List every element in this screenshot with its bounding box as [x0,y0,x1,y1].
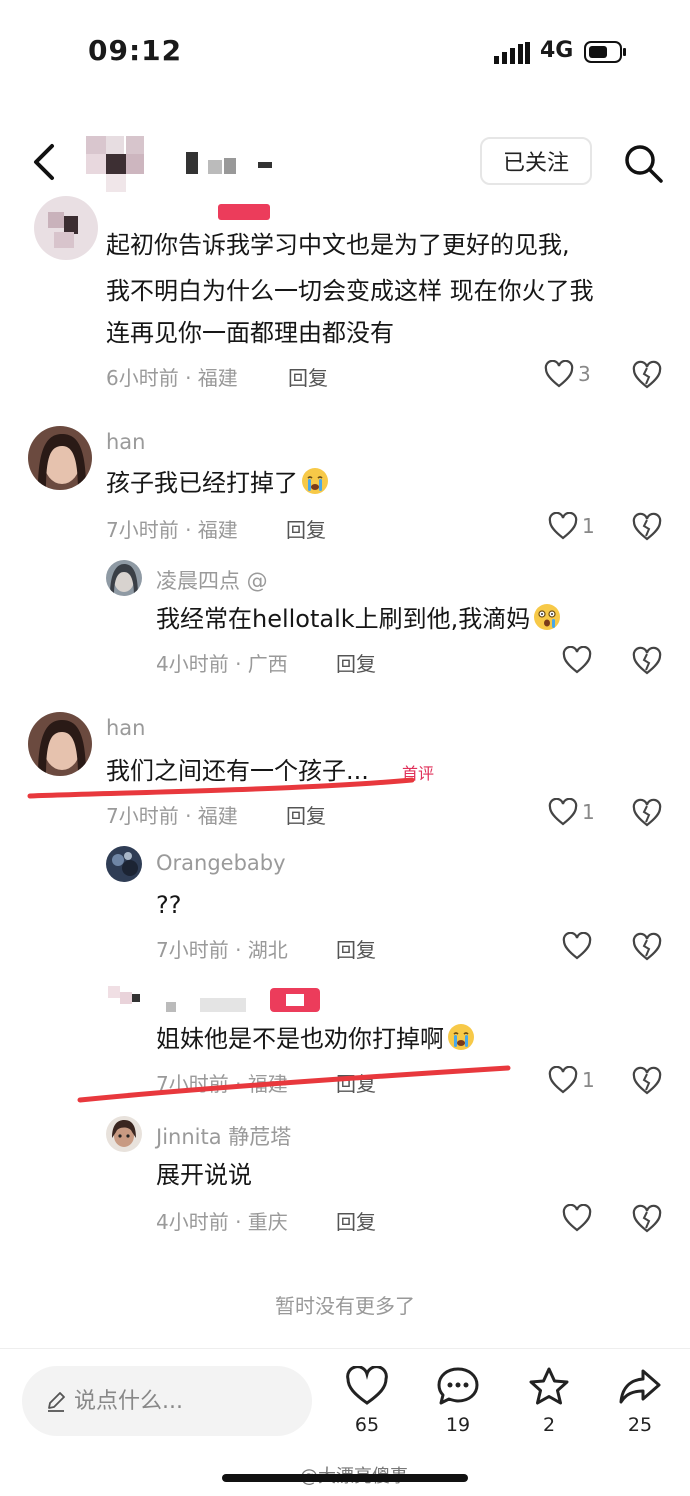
like-button[interactable]: 1 [548,512,595,540]
reply-button[interactable]: 回复 [286,800,326,829]
follow-button[interactable]: 已关注 [480,137,592,185]
battery-icon [584,41,626,63]
back-icon[interactable] [28,142,62,182]
avatar[interactable] [28,426,92,490]
reply-text: 我经常在hellotalk上刷到他,我滴妈 [156,598,562,640]
comment-input-box[interactable] [22,1366,312,1436]
reply-button[interactable]: 回复 [286,514,326,543]
avatar[interactable] [34,196,98,260]
first-comment-badge: 首评 [402,764,435,783]
comment-action[interactable]: 19 [428,1366,488,1436]
comment-text-line: 起初你告诉我学习中文也是为了更好的见我, [106,231,570,259]
heart-icon [548,1066,578,1094]
dislike-icon[interactable] [632,798,662,828]
comment-bubble-icon [437,1367,479,1405]
like-button[interactable]: 1 [548,798,595,826]
reply-button[interactable]: 回复 [336,934,376,963]
status-time: 09:12 [88,34,183,67]
heart-icon [548,798,578,826]
comment-username[interactable]: han [106,716,146,740]
reply-text-content: 姐妹他是不是也劝你打掉啊 [156,1025,444,1053]
divider [0,1348,690,1349]
like-button[interactable] [562,646,596,674]
reply-username[interactable]: Jinnita 静苊塔 [156,1121,291,1151]
dislike-icon[interactable] [632,1204,662,1234]
reply-meta: 4小时前 · 重庆 [156,1210,288,1234]
reply-text-content: 我经常在hellotalk上刷到他,我滴妈 [156,605,531,633]
reply-text: 姐妹他是不是也劝你打掉啊 [156,1018,476,1060]
reply-text: 展开说说 [156,1161,252,1189]
comment-text-line: 连再见你一面都理由都没有 [106,319,394,347]
avatar[interactable] [106,1116,142,1152]
reply-username[interactable]: 凌晨四点 @ [156,565,268,595]
signal-icon [494,42,530,64]
like-button[interactable] [562,1204,596,1232]
network-label: 4G [540,38,574,63]
heart-icon [562,932,592,960]
author-avatar[interactable] [78,128,152,198]
search-icon[interactable] [622,142,664,184]
heart-icon [548,512,578,540]
like-count: 3 [578,362,591,386]
comment-action-count: 19 [445,1414,471,1436]
dislike-icon[interactable] [632,646,662,676]
crying-emoji-icon [302,468,328,494]
author-badge [218,204,270,220]
dislike-icon[interactable] [632,512,662,542]
like-button[interactable]: 1 [548,1066,595,1094]
dizzy-face-emoji-icon [534,604,561,630]
reply-button[interactable]: 回复 [288,362,328,391]
comment-meta: 7小时前 · 福建 [106,804,238,828]
reply-meta: 4小时前 · 广西 [156,652,288,676]
dislike-icon[interactable] [632,932,662,962]
heart-icon [562,646,592,674]
reply-text: ?? [156,891,182,919]
like-count: 1 [582,514,595,538]
share-action[interactable]: 25 [610,1366,670,1436]
comment-text: 孩子我已经打掉了 [106,462,330,504]
reply-meta: 7小时前 · 湖北 [156,938,288,962]
dislike-icon[interactable] [632,1066,662,1096]
comment-meta: 6小时前 · 福建 [106,366,238,390]
like-button[interactable] [562,932,596,960]
username-blurred [166,988,320,1012]
pencil-icon [48,1392,65,1412]
heart-icon [544,360,574,388]
like-count: 1 [582,1068,595,1092]
author-name-blurred [186,152,272,174]
like-count: 1 [582,800,595,824]
avatar[interactable] [106,560,142,596]
comment-text-content: 孩子我已经打掉了 [106,469,298,497]
like-action-count: 65 [354,1414,380,1436]
like-action[interactable]: 65 [337,1365,397,1436]
comment-username[interactable]: han [106,430,146,454]
reply-button[interactable]: 回复 [336,648,376,677]
reply-button[interactable]: 回复 [336,1068,376,1097]
comment-meta: 7小时前 · 福建 [106,518,238,542]
share-action-count: 25 [627,1414,653,1436]
favorite-action-count: 2 [542,1414,556,1436]
like-button[interactable]: 3 [544,360,591,388]
home-indicator[interactable] [222,1474,468,1482]
heart-icon [562,1204,592,1232]
favorite-action[interactable]: 2 [519,1366,579,1436]
dislike-icon[interactable] [632,360,662,390]
reply-meta: 7小时前 · 福建 [156,1072,288,1096]
comment-text-line: 我不明白为什么一切会变成这样 现在你火了我 [106,277,594,305]
no-more-text: 暂时没有更多了 [275,1294,415,1318]
avatar[interactable] [28,712,92,776]
avatar-blurred[interactable] [106,982,142,1018]
avatar[interactable] [106,846,142,882]
star-icon [529,1367,569,1405]
reply-button[interactable]: 回复 [336,1206,376,1235]
share-arrow-icon [619,1369,661,1404]
crying-emoji-icon [448,1024,474,1050]
reply-username[interactable]: Orangebaby [156,851,286,875]
comment-input[interactable] [74,1388,294,1414]
comment-text: 我们之间还有一个孩子... [106,757,369,785]
heart-icon [346,1365,388,1405]
